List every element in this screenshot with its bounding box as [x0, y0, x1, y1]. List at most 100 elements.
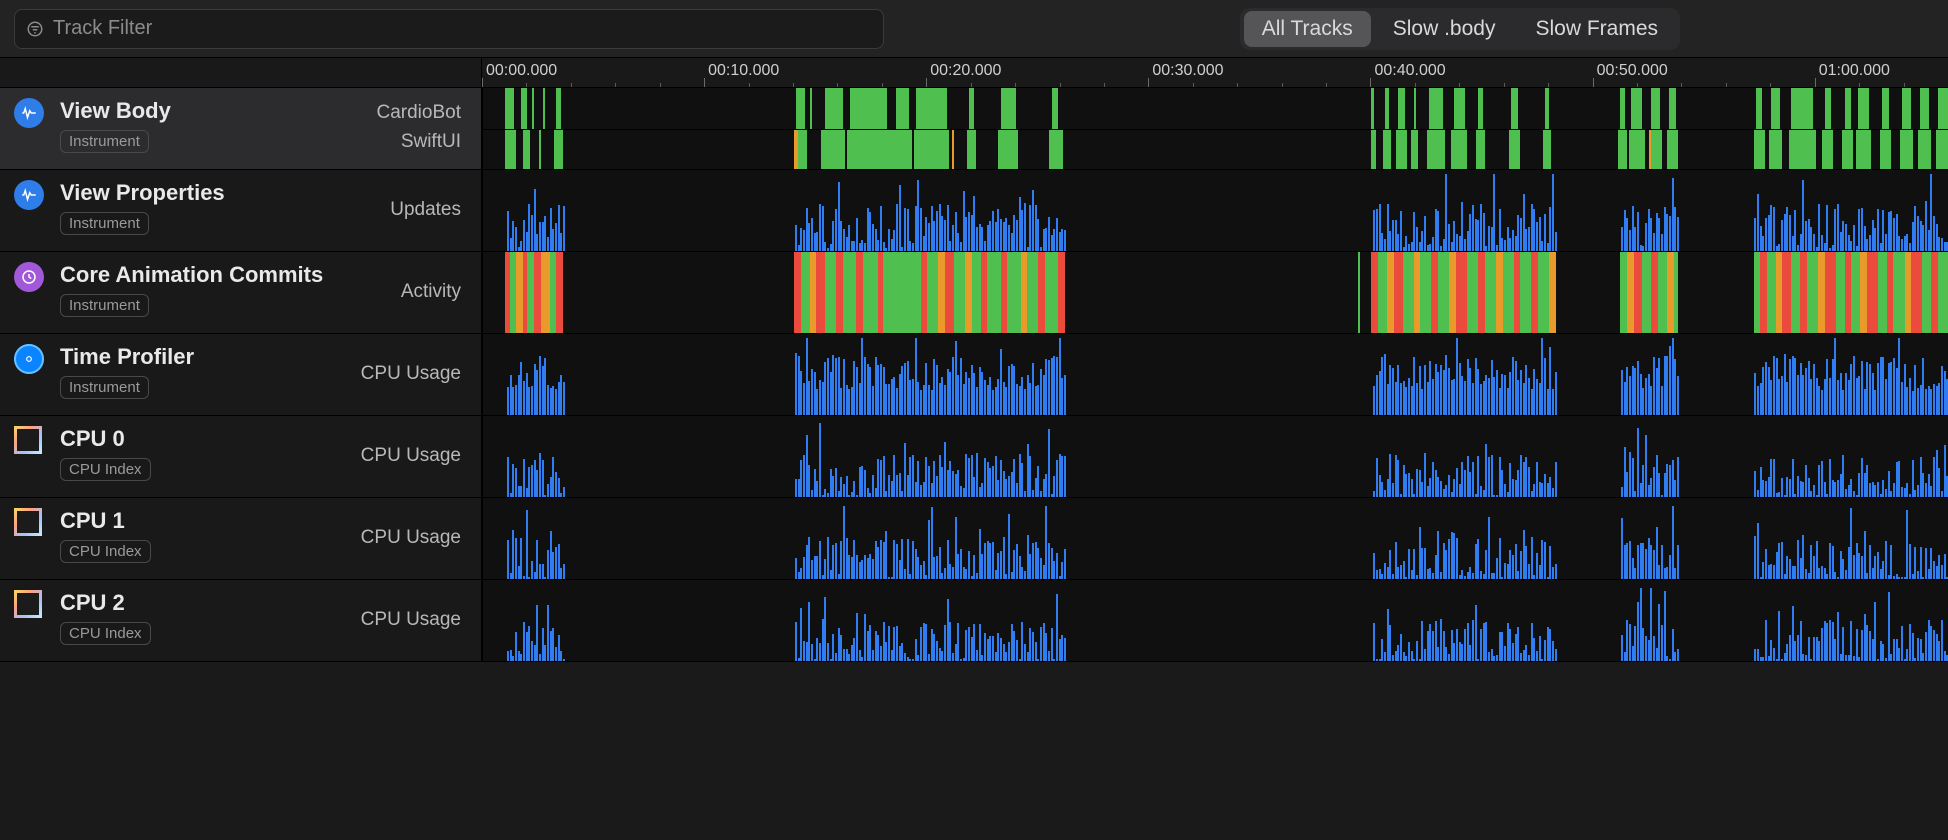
activity-segment[interactable]: [825, 88, 843, 129]
activity-segment[interactable]: [1476, 129, 1485, 169]
activity-segment[interactable]: [1001, 88, 1017, 129]
activity-segment[interactable]: [1371, 88, 1373, 129]
activity-segment[interactable]: [1887, 252, 1894, 333]
activity-segment[interactable]: [1842, 129, 1853, 169]
activity-segment[interactable]: [863, 252, 879, 333]
activity-segment[interactable]: [1667, 252, 1674, 333]
activity-segment[interactable]: [1431, 252, 1438, 333]
activity-segment[interactable]: [1545, 88, 1549, 129]
activity-segment[interactable]: [1358, 252, 1360, 333]
activity-segment[interactable]: [1791, 252, 1800, 333]
activity-segment[interactable]: [972, 252, 981, 333]
activity-segment[interactable]: [1618, 129, 1627, 169]
activity-segment[interactable]: [1429, 88, 1442, 129]
activity-segment[interactable]: [1893, 252, 1904, 333]
activity-segment[interactable]: [556, 88, 560, 129]
lane[interactable]: [483, 498, 1948, 579]
activity-segment[interactable]: [1789, 129, 1816, 169]
activity-segment[interactable]: [534, 252, 541, 333]
activity-segment[interactable]: [1845, 252, 1852, 333]
activity-segment[interactable]: [1900, 129, 1913, 169]
activity-segment[interactable]: [1438, 252, 1449, 333]
activity-segment[interactable]: [856, 252, 863, 333]
activity-segment[interactable]: [836, 252, 843, 333]
activity-segment[interactable]: [810, 252, 817, 333]
activity-segment[interactable]: [1658, 252, 1667, 333]
activity-segment[interactable]: [1414, 88, 1416, 129]
activity-segment[interactable]: [965, 252, 972, 333]
activity-segment[interactable]: [1858, 88, 1869, 129]
activity-segment[interactable]: [1503, 252, 1514, 333]
activity-segment[interactable]: [1058, 252, 1065, 333]
activity-segment[interactable]: [1642, 252, 1651, 333]
activity-segment[interactable]: [1782, 252, 1791, 333]
activity-segment[interactable]: [1538, 252, 1549, 333]
activity-segment[interactable]: [1905, 252, 1912, 333]
activity-segment[interactable]: [1394, 252, 1403, 333]
activity-segment[interactable]: [1825, 88, 1832, 129]
activity-segment[interactable]: [1818, 252, 1825, 333]
activity-segment[interactable]: [1520, 252, 1531, 333]
activity-segment[interactable]: [1385, 88, 1389, 129]
activity-segment[interactable]: [1911, 252, 1922, 333]
activity-segment[interactable]: [1549, 252, 1556, 333]
track-row-view-props[interactable]: View PropertiesInstrumentUpdates: [0, 170, 1948, 252]
activity-segment[interactable]: [1631, 88, 1642, 129]
activity-segment[interactable]: [1038, 252, 1045, 333]
track-lanes[interactable]: [482, 498, 1948, 579]
activity-segment[interactable]: [796, 88, 805, 129]
activity-segment[interactable]: [883, 252, 921, 333]
activity-segment[interactable]: [539, 129, 541, 169]
lane[interactable]: [483, 416, 1948, 497]
activity-segment[interactable]: [1627, 252, 1634, 333]
activity-segment[interactable]: [1880, 129, 1891, 169]
activity-segment[interactable]: [1620, 252, 1627, 333]
segment-all-tracks[interactable]: All Tracks: [1244, 11, 1371, 47]
activity-segment[interactable]: [1931, 252, 1938, 333]
activity-segment[interactable]: [1771, 88, 1780, 129]
activity-segment[interactable]: [1936, 129, 1948, 169]
track-row-view-body[interactable]: View BodyInstrumentCardioBotSwiftUI: [0, 88, 1948, 170]
activity-segment[interactable]: [554, 129, 563, 169]
track-row-core-anim[interactable]: Core Animation CommitsInstrumentActivity: [0, 252, 1948, 334]
activity-segment[interactable]: [505, 129, 516, 169]
activity-segment[interactable]: [921, 252, 928, 333]
activity-segment[interactable]: [556, 252, 563, 333]
activity-segment[interactable]: [927, 252, 938, 333]
activity-segment[interactable]: [816, 252, 825, 333]
activity-segment[interactable]: [1918, 129, 1931, 169]
activity-segment[interactable]: [987, 252, 1000, 333]
activity-segment[interactable]: [1651, 252, 1658, 333]
activity-segment[interactable]: [1878, 252, 1887, 333]
activity-segment[interactable]: [1049, 129, 1062, 169]
lane[interactable]: [483, 170, 1948, 251]
activity-segment[interactable]: [821, 129, 845, 169]
lane[interactable]: [483, 252, 1948, 333]
track-row-cpu1[interactable]: CPU 1CPU IndexCPU Usage: [0, 498, 1948, 580]
activity-segment[interactable]: [1411, 129, 1418, 169]
activity-segment[interactable]: [1634, 252, 1643, 333]
activity-segment[interactable]: [510, 252, 517, 333]
activity-segment[interactable]: [1851, 252, 1860, 333]
activity-segment[interactable]: [810, 88, 812, 129]
activity-segment[interactable]: [1509, 129, 1520, 169]
activity-segment[interactable]: [1456, 252, 1467, 333]
activity-segment[interactable]: [938, 252, 945, 333]
activity-segment[interactable]: [1485, 252, 1496, 333]
activity-segment[interactable]: [1398, 88, 1405, 129]
activity-segment[interactable]: [1027, 252, 1038, 333]
track-row-cpu0[interactable]: CPU 0CPU IndexCPU Usage: [0, 416, 1948, 498]
activity-segment[interactable]: [952, 129, 954, 169]
activity-segment[interactable]: [969, 88, 973, 129]
lane[interactable]: [483, 334, 1948, 415]
activity-segment[interactable]: [998, 129, 1018, 169]
activity-segment[interactable]: [1045, 252, 1058, 333]
track-lanes[interactable]: [482, 88, 1948, 169]
activity-segment[interactable]: [896, 88, 909, 129]
activity-segment[interactable]: [1800, 252, 1807, 333]
activity-segment[interactable]: [1467, 252, 1478, 333]
activity-segment[interactable]: [1920, 88, 1929, 129]
activity-segment[interactable]: [1754, 129, 1765, 169]
activity-segment[interactable]: [1938, 252, 1948, 333]
activity-segment[interactable]: [1760, 252, 1767, 333]
